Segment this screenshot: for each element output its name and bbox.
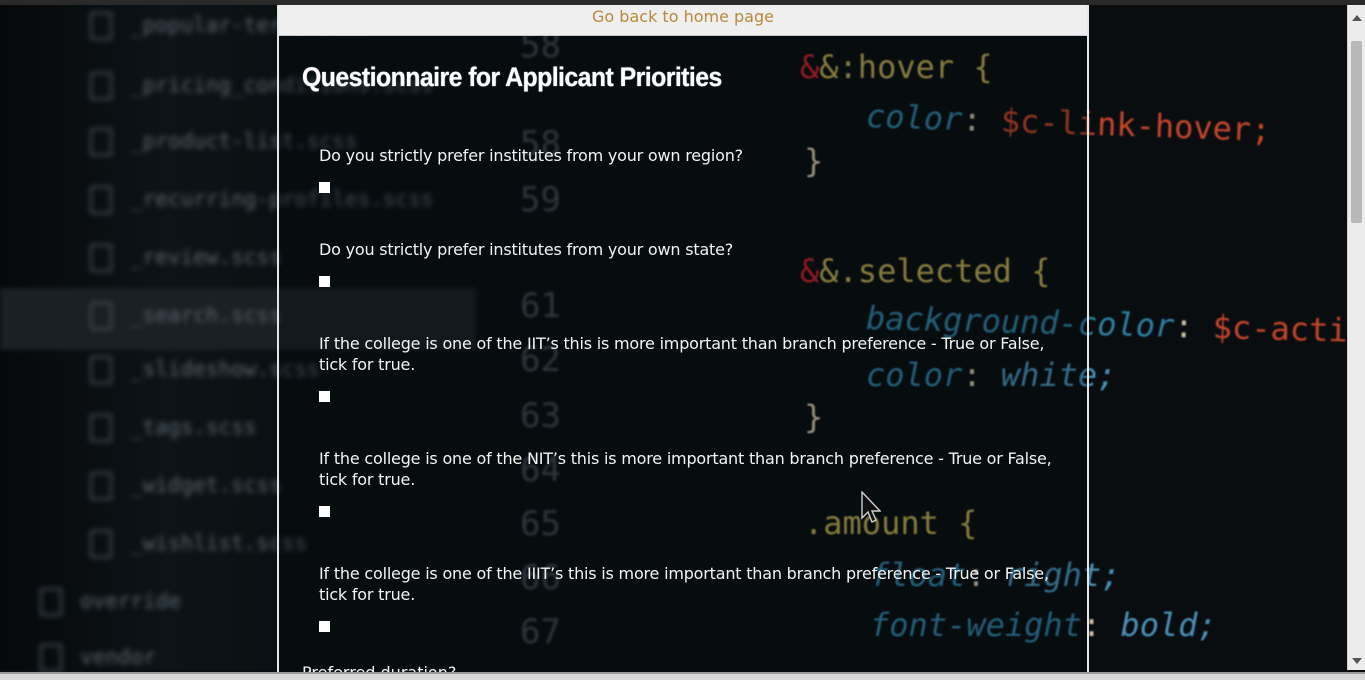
background-folder-item: override — [40, 588, 181, 616]
background-folder-item: vendor — [40, 644, 156, 672]
question-iit-priority: If the college is one of the IIT’s this … — [319, 333, 1059, 402]
question-label: If the college is one of the IIIT’s this… — [319, 564, 1049, 604]
question-checkbox[interactable] — [319, 276, 330, 287]
scroll-down-arrow-icon[interactable] — [1352, 658, 1362, 664]
home-link[interactable]: Go back to home page — [592, 6, 774, 28]
window-top-edge — [0, 0, 1365, 5]
questionnaire-panel: Go back to home page Questionnaire for A… — [277, 5, 1089, 680]
question-nit-priority: If the college is one of the NIT’s this … — [319, 448, 1059, 517]
question-own-state: Do you strictly prefer institutes from y… — [319, 239, 1059, 287]
question-checkbox[interactable] — [319, 391, 330, 402]
scrollbar-thumb[interactable] — [1351, 41, 1362, 223]
question-label: Do you strictly prefer institutes from y… — [319, 240, 734, 259]
vertical-scrollbar[interactable] — [1347, 5, 1365, 670]
question-label: Do you strictly prefer institutes from y… — [319, 146, 743, 165]
question-checkbox[interactable] — [319, 621, 330, 632]
background-file-item: _widget.scss — [90, 472, 282, 500]
background-file-item: _tags.scss — [90, 414, 256, 442]
question-label: If the college is one of the NIT’s this … — [319, 449, 1052, 489]
browser-viewport: _popular-terms.scss _pricing_conditions.… — [0, 0, 1365, 680]
mouse-cursor-icon — [861, 491, 881, 523]
question-own-region: Do you strictly prefer institutes from y… — [319, 145, 1059, 193]
window-bottom-edge — [0, 672, 1365, 680]
home-navigation-bar: Go back to home page — [279, 5, 1087, 36]
background-file-item: _wishlist.scss — [90, 530, 307, 558]
background-file-item: _review.scss — [90, 244, 282, 272]
question-checkbox[interactable] — [319, 506, 330, 517]
background-file-item: _search.scss — [90, 302, 282, 330]
scroll-up-arrow-icon[interactable] — [1352, 15, 1362, 21]
question-label: If the college is one of the IIT’s this … — [319, 334, 1045, 374]
question-iiit-priority: If the college is one of the IIIT’s this… — [319, 563, 1059, 632]
question-checkbox[interactable] — [319, 182, 330, 193]
page-title: Questionnaire for Applicant Priorities — [302, 62, 722, 92]
